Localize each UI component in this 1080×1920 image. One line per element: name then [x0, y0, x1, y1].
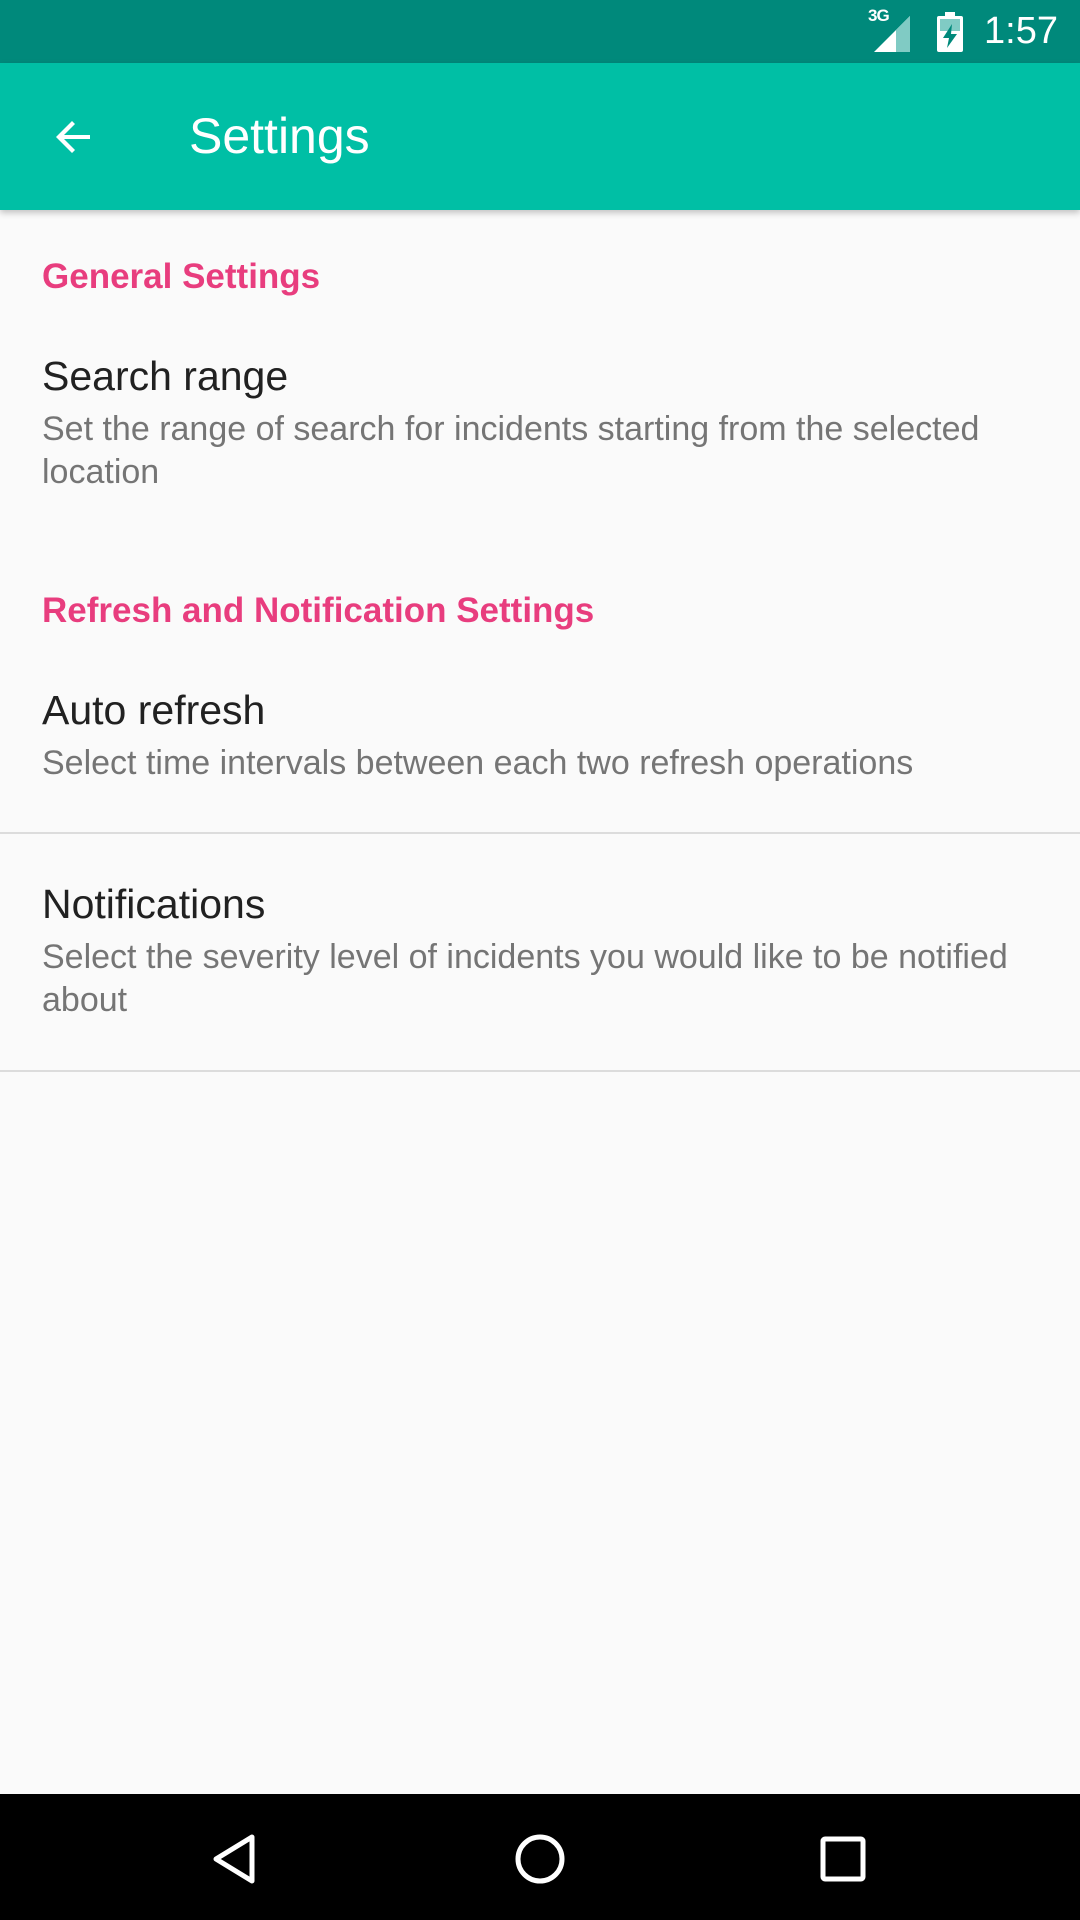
pref-title: Auto refresh — [42, 687, 266, 733]
nav-home-button[interactable] — [505, 1824, 575, 1894]
page-title: Settings — [189, 108, 370, 164]
home-circle-icon — [515, 1834, 565, 1884]
pref-summary: Set the range of search for incidents st… — [42, 410, 980, 491]
network-type-label: 3G — [868, 5, 890, 25]
nav-back-button[interactable] — [201, 1824, 271, 1894]
battery-charging-icon — [937, 11, 964, 52]
back-triangle-icon — [213, 1834, 255, 1884]
section-header-general: General Settings — [42, 257, 321, 296]
recents-square-icon — [820, 1836, 866, 1882]
nav-recents-button[interactable] — [808, 1824, 878, 1894]
pref-title: Notifications — [42, 881, 266, 927]
pref-summary: Select the severity level of incidents y… — [42, 938, 1008, 1019]
app-bar: Settings — [0, 63, 1080, 210]
pref-search-range[interactable]: Search range Set the range of search for… — [0, 330, 1080, 491]
navigation-bar — [0, 1794, 1080, 1920]
pref-auto-refresh[interactable]: Auto refresh Select time intervals betwe… — [0, 664, 1080, 804]
back-button[interactable] — [36, 99, 112, 175]
network-indicator: 3G — [868, 6, 914, 52]
pref-title: Search range — [42, 353, 289, 399]
status-bar: 3G 1:57 — [0, 0, 1080, 63]
section-header-refresh-notification: Refresh and Notification Settings — [42, 591, 595, 630]
status-clock: 1:57 — [984, 10, 1058, 52]
divider — [0, 1070, 1080, 1072]
pref-notifications[interactable]: Notifications Select the severity level … — [0, 834, 1080, 1070]
arrow-back-icon — [56, 121, 90, 153]
pref-summary: Select time intervals between each two r… — [42, 744, 914, 782]
